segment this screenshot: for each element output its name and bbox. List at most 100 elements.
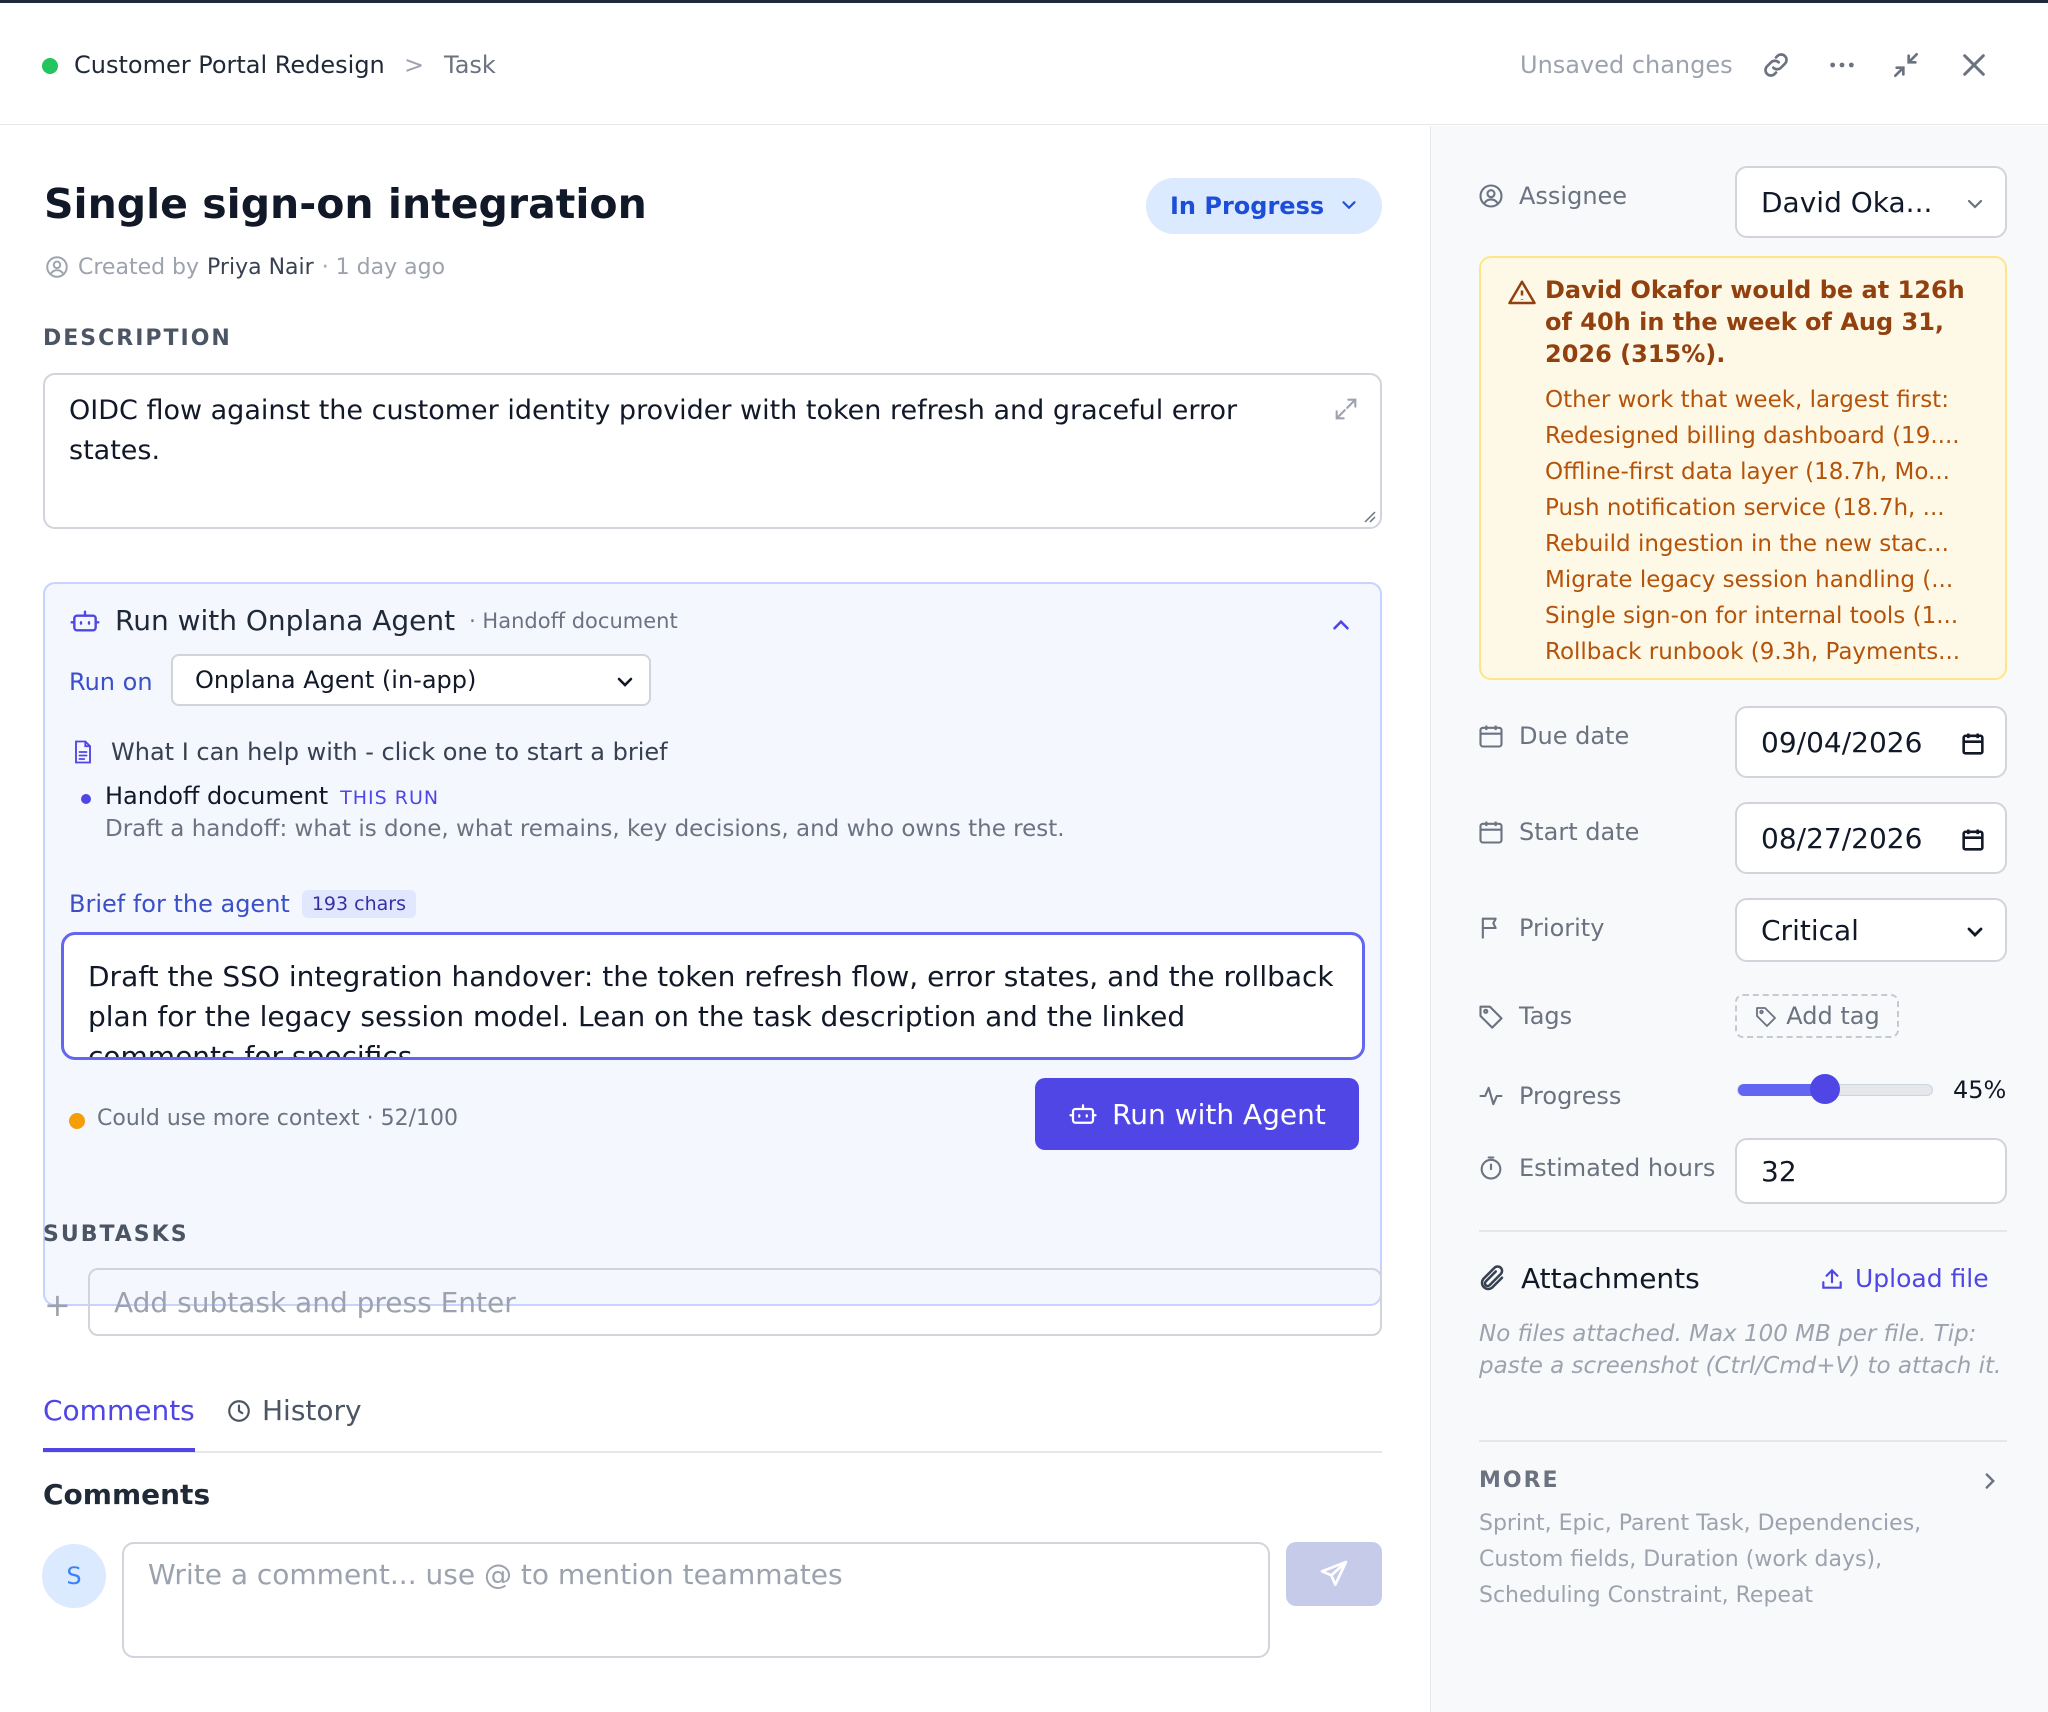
- tab-comments-label: Comments: [43, 1394, 195, 1427]
- comment-placeholder: Write a comment... use @ to mention team…: [148, 1558, 843, 1591]
- hours-label: Estimated hours: [1519, 1154, 1716, 1182]
- flag-icon: [1481, 917, 1497, 939]
- attachments-label: Attachments: [1521, 1262, 1700, 1295]
- created-meta: Created by Priya Nair · 1 day ago: [44, 254, 445, 280]
- chevron-down-icon: [613, 670, 637, 700]
- assignee-label-row: Assignee: [1477, 182, 1627, 210]
- run-with-agent-button[interactable]: Run with Agent: [1035, 1078, 1359, 1150]
- description-textarea[interactable]: OIDC flow against the customer identity …: [43, 373, 1382, 529]
- due-date-value: 09/04/2026: [1761, 725, 1923, 759]
- upload-icon: [1822, 1268, 1842, 1289]
- warning-item[interactable]: Rebuild ingestion in the new stac...: [1545, 526, 1993, 562]
- unsaved-indicator: Unsaved changes: [1520, 51, 1733, 79]
- attachments-heading: Attachments: [1477, 1262, 1700, 1295]
- send-comment-button[interactable]: [1286, 1542, 1382, 1606]
- tags-label-row: Tags: [1477, 1002, 1572, 1030]
- close-icon[interactable]: [1956, 47, 1992, 83]
- context-score-dot: [69, 1113, 85, 1129]
- tags-label: Tags: [1519, 1002, 1573, 1030]
- link-icon[interactable]: [1758, 47, 1794, 83]
- calendar-icon: [1479, 821, 1503, 844]
- breadcrumb-project[interactable]: Customer Portal Redesign: [74, 51, 385, 79]
- task-title[interactable]: Single sign-on integration: [44, 180, 647, 228]
- start-date-value: 08/27/2026: [1761, 821, 1923, 855]
- brief-textarea[interactable]: Draft the SSO integration handover: the …: [61, 932, 1365, 1060]
- start-date-input[interactable]: 08/27/2026: [1735, 802, 2007, 874]
- resize-handle-icon[interactable]: [1360, 507, 1376, 523]
- side-divider: [1479, 1230, 2007, 1232]
- expand-icon[interactable]: [1332, 395, 1360, 435]
- due-date-input[interactable]: 09/04/2026: [1735, 706, 2007, 778]
- chevron-down-icon: [1963, 190, 1987, 223]
- more-options-icon[interactable]: [1824, 47, 1860, 83]
- tab-comments[interactable]: Comments: [43, 1394, 195, 1427]
- assignee-select[interactable]: David Oka...: [1735, 166, 2007, 238]
- start-date-label: Start date: [1519, 818, 1640, 846]
- warning-item[interactable]: Migrate legacy session handling (...: [1545, 562, 1993, 598]
- avatar: S: [42, 1544, 106, 1608]
- subtask-placeholder: Add subtask and press Enter: [114, 1285, 516, 1319]
- progress-value: 45%: [1953, 1076, 2007, 1104]
- upload-file-label: Upload file: [1855, 1264, 1989, 1293]
- more-section-toggle[interactable]: MORE: [1479, 1468, 1560, 1493]
- chevron-up-icon[interactable]: [1328, 612, 1354, 642]
- upload-file-button[interactable]: Upload file: [1819, 1264, 1989, 1293]
- brief-label-row: Brief for the agent 193 chars: [69, 890, 416, 918]
- warning-item[interactable]: Single sign-on for internal tools (1...: [1545, 598, 1993, 634]
- warning-item[interactable]: Redesigned billing dashboard (19....: [1545, 418, 1993, 454]
- warning-icon: [1508, 280, 1536, 305]
- paperclip-icon: [1480, 1264, 1504, 1290]
- overallocation-warning: David Okafor would be at 126h of 40h in …: [1479, 256, 2007, 680]
- calendar-icon[interactable]: [1959, 826, 1987, 861]
- chevron-right-icon[interactable]: [1977, 1468, 2003, 1498]
- run-on-label: Run on: [69, 668, 153, 696]
- option-description: Draft a handoff: what is done, what rema…: [105, 816, 1065, 842]
- activity-icon: [1479, 1086, 1503, 1106]
- minimize-icon[interactable]: [1888, 47, 1924, 83]
- add-tag-button[interactable]: Add tag: [1735, 994, 1899, 1038]
- warning-list: Other work that week, largest first: Red…: [1545, 382, 1993, 670]
- subtask-input[interactable]: Add subtask and press Enter: [88, 1268, 1382, 1336]
- user-circle-icon: [1479, 184, 1503, 208]
- add-tag-label: Add tag: [1786, 1002, 1880, 1030]
- warning-item[interactable]: Push notification service (18.7h, ...: [1545, 490, 1993, 526]
- brief-label: Brief for the agent: [69, 890, 290, 918]
- start-date-label-row: Start date: [1477, 818, 1639, 846]
- clock-icon: [228, 1399, 250, 1422]
- estimated-hours-input[interactable]: 32: [1735, 1138, 2007, 1204]
- priority-select[interactable]: Critical: [1735, 898, 2007, 962]
- send-icon: [1320, 1560, 1348, 1586]
- status-dropdown[interactable]: In Progress: [1146, 178, 1382, 234]
- progress-label-row: Progress: [1477, 1082, 1621, 1110]
- comment-input[interactable]: Write a comment... use @ to mention team…: [122, 1542, 1270, 1658]
- task-side-panel: Assignee David Oka... David Okafor would…: [1430, 126, 2048, 1712]
- priority-label-row: Priority: [1477, 914, 1604, 942]
- more-section-summary: Sprint, Epic, Parent Task, Dependencies,…: [1479, 1511, 1922, 1608]
- progress-slider-handle[interactable]: [1810, 1074, 1841, 1104]
- chevron-down-icon: [1963, 918, 1987, 951]
- hours-label-row: Estimated hours: [1477, 1154, 1715, 1182]
- breadcrumb-separator: >: [404, 51, 425, 79]
- agent-panel-header[interactable]: Run with Onplana Agent · Handoff documen…: [69, 604, 678, 637]
- option-title: Handoff document: [105, 782, 329, 810]
- timer-icon: [1480, 1156, 1502, 1180]
- subtasks-label: SUBTASKS: [43, 1222, 189, 1247]
- calendar-icon: [1479, 725, 1503, 748]
- project-status-dot: [42, 58, 58, 74]
- agent-panel: Run with Onplana Agent · Handoff documen…: [43, 582, 1382, 1306]
- run-on-select[interactable]: Onplana Agent (in-app): [171, 654, 651, 706]
- comments-heading: Comments: [43, 1478, 211, 1511]
- estimated-hours-value: 32: [1761, 1154, 1797, 1188]
- created-by: Priya Nair: [207, 254, 314, 280]
- status-value: In Progress: [1170, 192, 1325, 220]
- tab-history[interactable]: History: [226, 1394, 362, 1427]
- assignee-label: Assignee: [1519, 182, 1628, 210]
- description-label: DESCRIPTION: [43, 326, 232, 351]
- agent-option-handoff[interactable]: Handoff document THIS RUN: [105, 782, 439, 810]
- calendar-icon[interactable]: [1959, 730, 1987, 765]
- warning-item[interactable]: Offline-first data layer (18.7h, Mo...: [1545, 454, 1993, 490]
- tab-divider: [43, 1451, 1382, 1453]
- warning-item[interactable]: Rollback runbook (9.3h, Payments...: [1545, 634, 1993, 670]
- priority-label: Priority: [1519, 914, 1605, 942]
- context-score-text: Could use more context · 52/100: [97, 1106, 459, 1131]
